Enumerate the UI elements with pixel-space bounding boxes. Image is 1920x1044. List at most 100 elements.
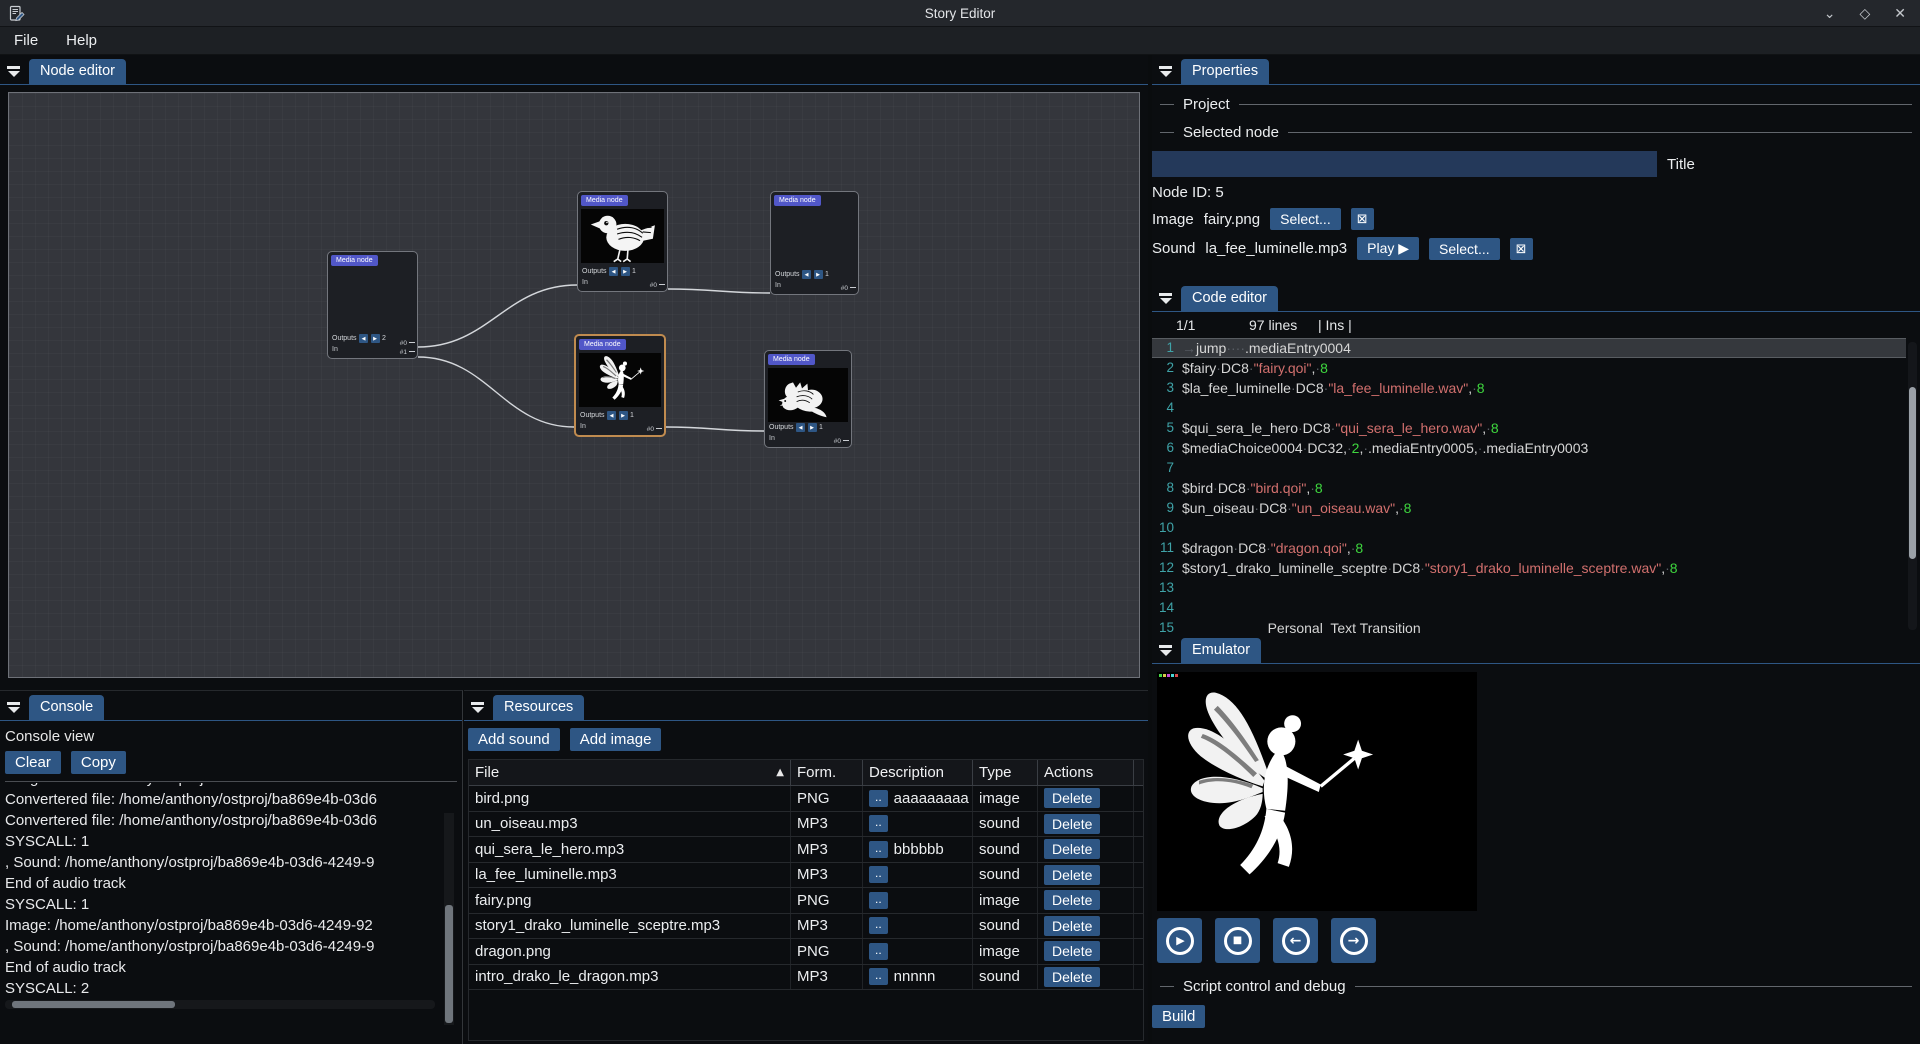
sound-play-button[interactable]: Play ▶ [1357,237,1419,260]
column-header-actions[interactable]: Actions [1038,760,1134,785]
collapse-console-icon[interactable] [7,702,20,714]
node-canvas[interactable]: Media nodeOutputs◀▶2In#0#1Media nodeOutp… [8,92,1140,678]
code-line[interactable]: 7 [1152,458,1906,478]
stop-button[interactable]: ■ [1215,918,1260,963]
console-log[interactable]: Image: /home/anthony/ostproj/ba869e4b-03… [5,783,436,995]
code-line[interactable]: 8$bird·DC8·"bird.qoi",·8 [1152,478,1906,498]
tab-resources[interactable]: Resources [493,695,584,720]
delete-button[interactable]: Delete [1044,788,1100,808]
output-pin[interactable]: #0 [400,339,415,348]
node-input-pin[interactable]: In [582,279,588,286]
sound-select-button[interactable]: Select... [1429,238,1500,260]
edit-description-button[interactable]: .. [869,892,888,909]
output-prev-button[interactable]: ◀ [796,423,805,432]
clear-button[interactable]: Clear [5,751,61,774]
collapse-resources-icon[interactable] [471,702,484,714]
code-line[interactable]: 6$mediaChoice0004·DC32,·2,·.mediaEntry00… [1152,438,1906,458]
add-image-button[interactable]: Add image [570,728,662,751]
collapse-emulator-icon[interactable] [1159,645,1172,657]
window-maximize-button[interactable]: ◇ [1859,7,1870,21]
window-close-button[interactable]: ✕ [1894,7,1906,21]
collapse-properties-icon[interactable] [1159,66,1172,78]
output-pin[interactable]: #0 [841,284,856,293]
tab-node-editor[interactable]: Node editor [29,59,126,84]
edit-description-button[interactable]: .. [869,815,888,832]
delete-button[interactable]: Delete [1044,839,1100,859]
tab-console[interactable]: Console [29,695,104,720]
output-next-button[interactable]: ▶ [814,270,823,279]
node-input-pin[interactable]: In [332,346,338,353]
image-select-button[interactable]: Select... [1270,208,1341,230]
delete-button[interactable]: Delete [1044,916,1100,936]
delete-button[interactable]: Delete [1044,941,1100,961]
column-header-form[interactable]: Form. [791,760,863,785]
output-next-button[interactable]: ▶ [371,334,380,343]
column-header-type[interactable]: Type [973,760,1038,785]
node-entry[interactable]: Media nodeOutputs◀▶2In#0#1 [327,251,418,359]
output-pin[interactable]: #0 [650,281,665,290]
window-minimize-button[interactable]: ⌄ [1824,7,1836,21]
console-vertical-scrollbar[interactable] [444,813,454,1025]
menu-item-file[interactable]: File [0,27,52,54]
play-button[interactable]: ▶ [1157,918,1202,963]
node-input-pin[interactable]: In [580,423,586,430]
console-vertical-scrollbar-thumb[interactable] [445,905,453,1023]
delete-button[interactable]: Delete [1044,967,1100,987]
code-editor-scrollbar[interactable] [1908,342,1917,630]
tab-code-editor[interactable]: Code editor [1181,286,1278,311]
output-next-button[interactable]: ▶ [619,411,628,420]
code-line[interactable]: 14 [1152,598,1906,618]
menu-item-help[interactable]: Help [52,27,111,54]
node-fairy[interactable]: Media nodeOutputs◀▶1In#0 [574,334,666,437]
code-lines[interactable]: 1→jump····.mediaEntry00042$fairy·DC8·"fa… [1152,338,1906,634]
delete-button[interactable]: Delete [1044,890,1100,910]
code-line[interactable]: 5$qui_sera_le_hero·DC8·"qui_sera_le_hero… [1152,418,1906,438]
code-line[interactable]: 11$dragon·DC8·"dragon.qoi",·8 [1152,538,1906,558]
sound-clear-button[interactable]: ⊠ [1510,238,1533,260]
column-header-description[interactable]: Description [863,760,973,785]
console-horizontal-scrollbar-thumb[interactable] [12,1001,175,1008]
output-prev-button[interactable]: ◀ [609,267,618,276]
title-input[interactable] [1152,151,1657,177]
code-line[interactable]: 4 [1152,398,1906,418]
edit-description-button[interactable]: .. [869,866,888,883]
output-pin[interactable]: #0 [834,437,849,446]
delete-button[interactable]: Delete [1044,865,1100,885]
delete-button[interactable]: Delete [1044,814,1100,834]
step-forward-button[interactable]: → [1331,918,1376,963]
code-line[interactable]: 9$un_oiseau·DC8·"un_oiseau.wav",·8 [1152,498,1906,518]
collapse-node-editor-icon[interactable] [7,66,20,78]
output-prev-button[interactable]: ◀ [359,334,368,343]
node-choice[interactable]: Media nodeOutputs◀▶1In#0 [770,191,859,295]
output-next-button[interactable]: ▶ [808,423,817,432]
build-button[interactable]: Build [1152,1005,1205,1028]
step-back-button[interactable]: ← [1273,918,1318,963]
edit-description-button[interactable]: .. [869,790,888,807]
edit-description-button[interactable]: .. [869,943,888,960]
node-dragon[interactable]: Media nodeOutputs◀▶1In#0 [764,350,852,448]
output-prev-button[interactable]: ◀ [802,270,811,279]
image-clear-button[interactable]: ⊠ [1351,208,1374,230]
code-line[interactable]: 10 [1152,518,1906,538]
column-header-file[interactable]: File▲ [469,760,791,785]
code-line[interactable]: 3$la_fee_luminelle·DC8·"la_fee_luminelle… [1152,378,1906,398]
node-input-pin[interactable]: In [775,282,781,289]
code-line[interactable]: 2$fairy·DC8·"fairy.qoi",·8 [1152,358,1906,378]
output-next-button[interactable]: ▶ [621,267,630,276]
tab-emulator[interactable]: Emulator [1181,638,1261,663]
code-line[interactable]: 13 [1152,578,1906,598]
code-editor-scrollbar-thumb[interactable] [1909,387,1916,559]
code-line[interactable]: 1→jump····.mediaEntry0004 [1152,338,1906,358]
output-pin[interactable]: #0 [647,425,662,434]
add-sound-button[interactable]: Add sound [468,728,560,751]
copy-button[interactable]: Copy [71,751,126,774]
output-pin[interactable]: #1 [400,348,415,357]
edit-description-button[interactable]: .. [869,841,888,858]
tab-properties[interactable]: Properties [1181,59,1269,84]
collapse-code-editor-icon[interactable] [1159,293,1172,305]
node-input-pin[interactable]: In [769,435,775,442]
console-horizontal-scrollbar[interactable] [5,1000,435,1009]
node-bird[interactable]: Media nodeOutputs◀▶1In#0 [577,191,668,292]
code-line[interactable]: 12$story1_drako_luminelle_sceptre·DC8·"s… [1152,558,1906,578]
edit-description-button[interactable]: .. [869,917,888,934]
